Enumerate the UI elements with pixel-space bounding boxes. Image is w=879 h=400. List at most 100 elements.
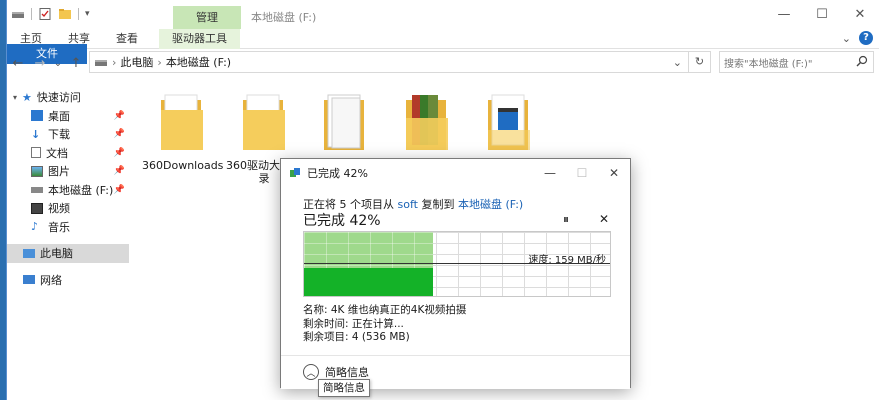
folder-item[interactable] [305, 92, 385, 159]
chevron-down-icon[interactable]: ▾ [13, 93, 17, 102]
copy-progress-dialog: 已完成 42% — ☐ ✕ 正在将 5 个项目从 soft 复制到 本地磁盘 (… [280, 158, 631, 389]
navigation-pane: ▾ ★ 快速访问 桌面 📌 ↓ 下载 📌 文档 📌 图片 📌 本地磁盘 (F:) [7, 88, 129, 400]
source-link[interactable]: soft [398, 198, 418, 211]
help-icon[interactable]: ? [859, 31, 873, 45]
throughput-fill [304, 267, 433, 296]
refresh-button[interactable]: ↻ [689, 51, 711, 73]
file-name: 360Downloads [142, 159, 224, 172]
sidebar-item-documents[interactable]: 文档 📌 [7, 144, 129, 163]
star-icon: ★ [22, 90, 32, 104]
sidebar-item-label: 音乐 [48, 220, 70, 234]
pin-icon[interactable]: 📌 [114, 148, 125, 158]
pin-icon[interactable]: 📌 [114, 166, 125, 176]
address-dropdown-icon[interactable]: ⌄ [673, 56, 682, 69]
sidebar-item-music[interactable]: ♪ 音乐 [7, 218, 129, 237]
close-button[interactable]: ✕ [841, 0, 879, 29]
breadcrumb-drive-f[interactable]: 本地磁盘 (F:) [166, 54, 231, 70]
sidebar-item-label: 图片 [48, 165, 70, 179]
dialog-title-bar: 已完成 42% — ☐ ✕ [281, 159, 630, 187]
toolbar-separator [31, 8, 32, 20]
time-remaining-line: 剩余时间: 正在计算... [303, 317, 404, 330]
folder-icon [161, 94, 203, 150]
properties-icon[interactable] [38, 8, 52, 20]
navigation-bar: ← → ⌄ ↑ › 此电脑 › 本地磁盘 (F:) ⌄ ↻ 搜索"本地磁盘 (F… [7, 49, 879, 77]
less-details-button[interactable]: ︿ 简略信息 [303, 364, 369, 380]
dialog-maximize-button[interactable]: ☐ [566, 159, 598, 187]
sidebar-item-label: 本地磁盘 (F:) [48, 183, 114, 197]
sidebar-item-desktop[interactable]: 桌面 📌 [7, 107, 129, 126]
search-placeholder: 搜索"本地磁盘 (F:)" [724, 58, 813, 70]
transfer-details: 名称: 4K 维也纳真正的4K视频拍摄 剩余时间: 正在计算... 剩余项目: … [303, 304, 466, 345]
picture-icon [31, 165, 43, 177]
sidebar-item-downloads[interactable]: ↓ 下载 📌 [7, 125, 129, 144]
pin-icon[interactable]: 📌 [114, 111, 125, 121]
title-bar: ▾ 管理 本地磁盘 (F:) — ☐ ✕ [7, 0, 879, 29]
pause-button[interactable]: ⏸ [563, 212, 569, 227]
dialog-close-button[interactable]: ✕ [598, 159, 630, 187]
forward-button[interactable]: → [29, 56, 51, 71]
items-remaining-line: 剩余项目: 4 (536 MB) [303, 331, 410, 343]
window-title: 本地磁盘 (F:) [251, 11, 317, 24]
dialog-minimize-button[interactable]: — [534, 159, 566, 187]
folder-item[interactable] [469, 92, 549, 159]
tab-drive-tools[interactable]: 驱动器工具 [159, 28, 240, 49]
tooltip: 简略信息 [318, 379, 370, 397]
toolbar-separator [78, 8, 79, 20]
pin-icon[interactable]: 📌 [114, 129, 125, 139]
pin-icon[interactable]: 📌 [114, 185, 125, 195]
sidebar-item-drive-f[interactable]: 本地磁盘 (F:) 📌 [7, 181, 129, 200]
sidebar-item-pictures[interactable]: 图片 📌 [7, 162, 129, 181]
drive-icon [95, 60, 107, 66]
drive-icon[interactable] [11, 8, 25, 20]
speed-label: 速度: 159 MB/秒 [528, 255, 606, 266]
document-icon [31, 147, 41, 159]
sidebar-item-label: 此电脑 [40, 247, 73, 261]
search-icon[interactable] [856, 55, 868, 67]
sidebar-item-label: 视频 [48, 202, 70, 216]
folder-item[interactable] [387, 92, 467, 159]
cancel-button[interactable]: ✕ [599, 212, 609, 226]
percent-label: 已完成 42% [303, 213, 381, 229]
folder-icon [243, 94, 285, 150]
sidebar-item-network[interactable]: 网络 [7, 271, 129, 290]
breadcrumb-separator: › [157, 55, 162, 69]
dialog-title: 已完成 42% [307, 167, 368, 180]
sidebar-item-label: 文档 [46, 146, 68, 160]
sidebar-item-quick-access[interactable]: ▾ ★ 快速访问 [7, 88, 129, 107]
minimize-button[interactable]: — [765, 0, 803, 29]
file-name-line: 名称: 4K 维也纳真正的4K视频拍摄 [303, 304, 467, 316]
ribbon-right-controls: ⌄ ? [842, 31, 873, 45]
qat-customize-icon[interactable]: ▾ [85, 9, 90, 19]
folder-item[interactable]: 360Downloads [142, 92, 224, 172]
back-button[interactable]: ← [7, 56, 29, 71]
up-button[interactable]: ↑ [65, 56, 87, 71]
folder-icon [406, 95, 448, 150]
search-input[interactable]: 搜索"本地磁盘 (F:)" [719, 51, 874, 73]
dialog-window-controls: — ☐ ✕ [534, 159, 630, 187]
recent-locations-button[interactable]: ⌄ [51, 58, 65, 69]
maximize-button[interactable]: ☐ [803, 0, 841, 29]
network-icon [23, 275, 35, 285]
destination-link[interactable]: 本地磁盘 (F:) [458, 198, 523, 211]
breadcrumb-separator: › [112, 55, 117, 69]
breadcrumb-this-pc[interactable]: 此电脑 [120, 54, 153, 70]
sidebar-item-this-pc[interactable]: 此电脑 [7, 244, 129, 263]
download-icon: ↓ [31, 127, 41, 141]
new-folder-icon[interactable] [58, 8, 72, 20]
ribbon-collapse-icon[interactable]: ⌄ [842, 32, 851, 45]
less-details-label: 简略信息 [325, 366, 369, 379]
address-bar[interactable]: › 此电脑 › 本地磁盘 (F:) ⌄ [89, 51, 689, 73]
music-icon: ♪ [31, 220, 39, 234]
quick-access-toolbar: ▾ [11, 8, 90, 20]
chevron-up-icon[interactable]: ︿ [303, 364, 319, 380]
sidebar-item-label: 网络 [40, 273, 62, 287]
tab-view[interactable]: 查看 [103, 29, 151, 49]
video-icon [31, 202, 43, 214]
folder-icon [324, 94, 364, 150]
window-controls: — ☐ ✕ [765, 0, 879, 29]
sidebar-item-videos[interactable]: 视频 [7, 199, 129, 218]
context-tab-header: 管理 [173, 6, 241, 29]
desktop-icon [31, 110, 43, 122]
